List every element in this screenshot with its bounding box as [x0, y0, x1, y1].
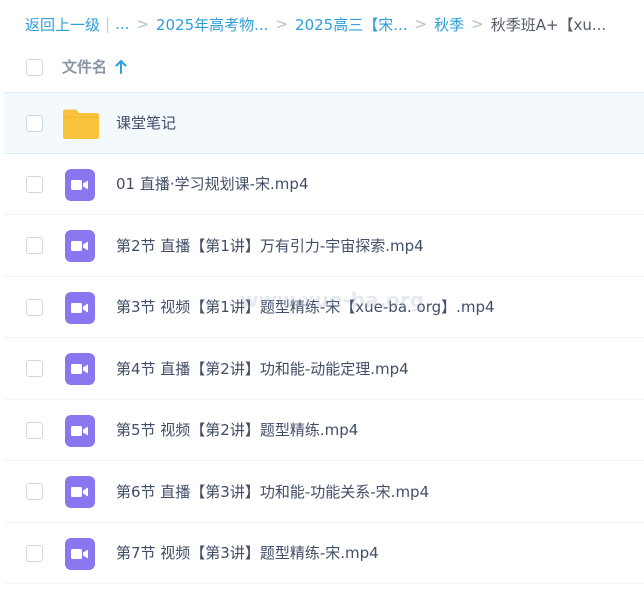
file-name: 第5节 视频【第2讲】题型精练.mp4	[116, 421, 359, 440]
row-checkbox[interactable]	[26, 115, 43, 132]
video-file-icon	[62, 168, 98, 201]
breadcrumb-item[interactable]: 秋季	[434, 14, 464, 35]
file-name: 课堂笔记	[116, 114, 177, 133]
file-name: 第4节 直播【第2讲】功和能-动能定理.mp4	[116, 359, 409, 378]
row-checkbox[interactable]	[26, 483, 43, 500]
row-checkbox[interactable]	[26, 421, 43, 439]
breadcrumb: 返回上一级 | ... > 2025年高考物... > 2025高三【宋... …	[25, 12, 640, 36]
select-all-checkbox[interactable]	[26, 59, 43, 76]
row-checkbox[interactable]	[26, 175, 43, 193]
chevron-right-icon: >	[275, 15, 289, 33]
chevron-right-icon: >	[414, 15, 428, 33]
file-name: 第2节 直播【第1讲】万有引力-宇宙探索.mp4	[116, 236, 424, 255]
file-name: 第7节 视频【第3讲】题型精练-宋.mp4	[116, 544, 379, 563]
breadcrumb-ellipsis[interactable]: ...	[115, 15, 129, 33]
row-checkbox[interactable]	[26, 544, 43, 562]
file-row-video[interactable]: 01 直播·学习规划课-宋.mp4	[4, 154, 644, 215]
filename-column-label: 文件名	[62, 58, 108, 76]
folder-icon	[62, 108, 99, 140]
file-row-folder[interactable]: 课堂笔记	[4, 92, 644, 154]
row-checkbox[interactable]	[26, 298, 43, 316]
file-row-video[interactable]: 第4节 直播【第2讲】功和能-动能定理.mp4	[4, 338, 644, 400]
video-file-icon	[62, 353, 98, 385]
file-list: 课堂笔记 01 直播·学习规划课-宋.mp4 第2节 直播【第1讲】万有引力-宇	[4, 92, 644, 584]
filename-column-header[interactable]: 文件名	[62, 56, 127, 77]
video-file-icon	[62, 230, 98, 262]
breadcrumb-item[interactable]: 2025年高考物...	[156, 14, 268, 35]
video-file-icon	[62, 476, 98, 508]
file-row-video[interactable]: 第3节 视频【第1讲】题型精练-宋【xue-ba. org】.mp4	[4, 277, 644, 338]
row-checkbox[interactable]	[26, 360, 43, 377]
breadcrumb-item[interactable]: 2025高三【宋...	[295, 14, 407, 35]
file-name: 01 直播·学习规划课-宋.mp4	[116, 175, 309, 194]
file-row-video[interactable]: 第6节 直播【第3讲】功和能-功能关系-宋.mp4	[4, 461, 644, 523]
back-link[interactable]: 返回上一级	[25, 14, 100, 35]
video-file-icon	[62, 291, 98, 324]
file-name: 第6节 直播【第3讲】功和能-功能关系-宋.mp4	[116, 482, 430, 501]
video-file-icon	[62, 414, 98, 447]
breadcrumb-current: 秋季班A+【xu...	[490, 15, 607, 34]
video-file-icon	[62, 537, 98, 570]
file-row-video[interactable]: 第7节 视频【第3讲】题型精练-宋.mp4	[4, 523, 644, 584]
breadcrumb-divider: |	[105, 15, 111, 33]
file-name: 第3节 视频【第1讲】题型精练-宋【xue-ba. org】.mp4	[116, 298, 495, 317]
file-row-video[interactable]: 第5节 视频【第2讲】题型精练.mp4	[4, 400, 644, 461]
row-checkbox[interactable]	[26, 237, 43, 254]
file-row-video[interactable]: 第2节 直播【第1讲】万有引力-宇宙探索.mp4	[4, 215, 644, 277]
chevron-right-icon: >	[471, 15, 484, 33]
sort-ascending-icon	[115, 59, 127, 74]
file-list-header: 文件名	[0, 48, 644, 86]
chevron-right-icon: >	[136, 15, 149, 33]
